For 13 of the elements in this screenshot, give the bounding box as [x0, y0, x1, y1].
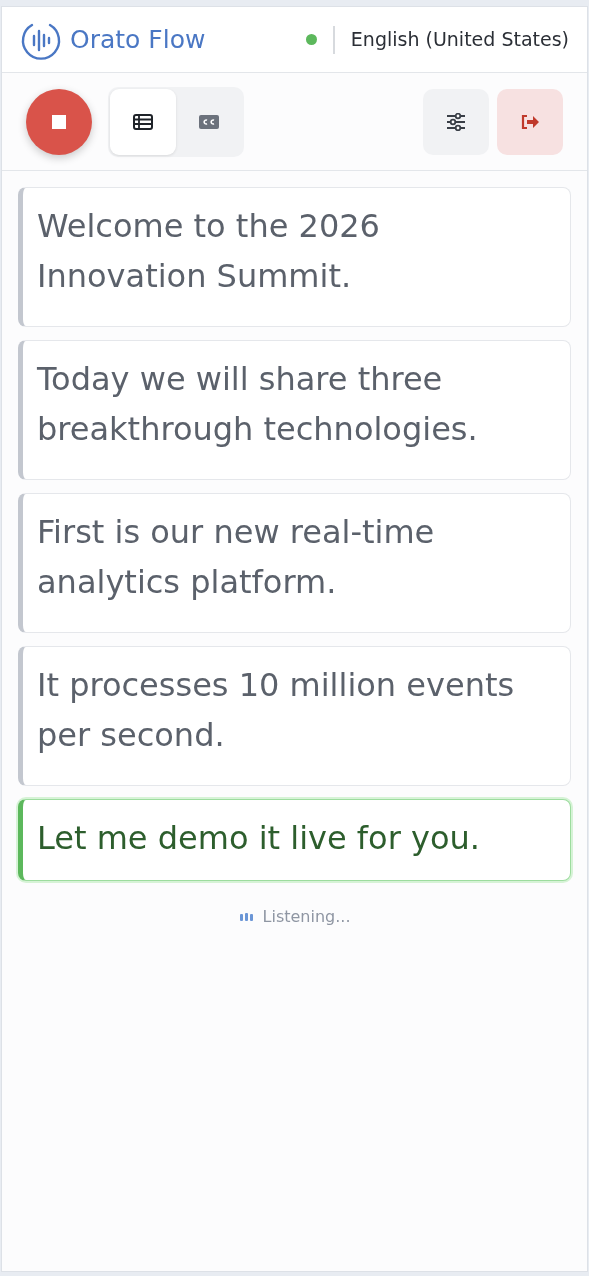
audio-bars-icon: [238, 912, 255, 922]
app-title: Orato Flow: [70, 23, 206, 56]
stop-button[interactable]: [26, 88, 92, 155]
list-view-tab[interactable]: [110, 88, 176, 155]
sliders-icon: [446, 112, 466, 131]
exit-icon: [520, 113, 540, 130]
language-selector[interactable]: English (United States): [350, 25, 569, 54]
settings-button[interactable]: [423, 88, 489, 155]
status-text: Listening...: [262, 906, 351, 928]
captions-icon: [199, 114, 219, 129]
exit-button[interactable]: [497, 88, 563, 155]
table-icon: [133, 113, 153, 130]
stop-icon: [52, 114, 66, 129]
